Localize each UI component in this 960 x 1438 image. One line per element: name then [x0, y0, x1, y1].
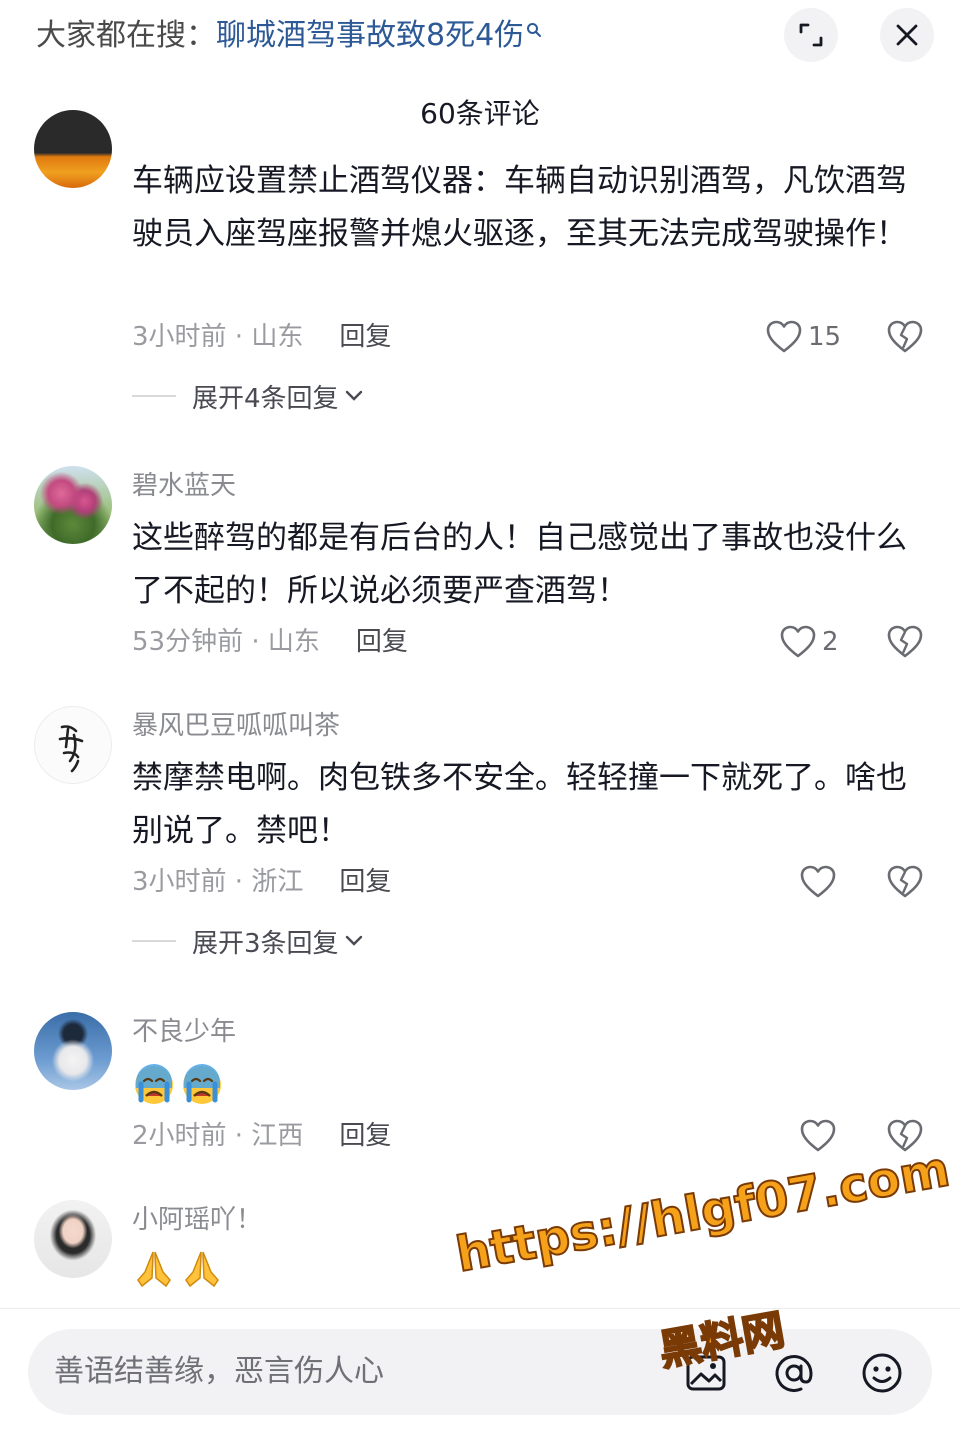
comment-input-bar: 善语结善缘，恶言伤人心: [0, 1308, 960, 1438]
crying-face-icon: [183, 1064, 221, 1104]
calligraphy-avatar-image: [58, 725, 84, 773]
avatar[interactable]: [34, 110, 112, 188]
comment-time-location: 53分钟前 · 山东: [132, 627, 320, 657]
like-count: 2: [822, 627, 839, 657]
comment-input-placeholder: 善语结善缘，恶言伤人心: [54, 1354, 384, 1389]
at-icon: [775, 1355, 813, 1392]
reply-button[interactable]: 回复: [339, 1121, 391, 1151]
search-prefix: 大家都在搜：: [36, 18, 216, 53]
comment-emojis: [132, 1248, 224, 1290]
comment-text: 车辆应设置禁止酒驾仪器：车辆自动识别酒驾，凡饮酒驾驶员入座驾座报警并熄火驱逐，至…: [132, 163, 907, 252]
heart-icon: [766, 320, 802, 353]
close-icon: [896, 24, 918, 46]
chevron-down-icon: [345, 390, 362, 401]
divider: [132, 940, 176, 942]
comment-time-location: 3小时前 · 浙江: [132, 867, 304, 897]
reply-button[interactable]: 回复: [356, 627, 408, 657]
heart-icon: [780, 625, 816, 658]
heart-icon: [800, 865, 836, 898]
comment-emojis: [132, 1064, 224, 1106]
comment-meta: 3小时前 · 浙江 回复: [132, 862, 391, 902]
folded-hands-icon: [185, 1251, 219, 1288]
avatar[interactable]: [34, 466, 112, 544]
expand-button[interactable]: [784, 8, 838, 62]
comment-author[interactable]: 不良少年: [132, 1014, 236, 1050]
dislike-button[interactable]: [886, 622, 924, 662]
comment-meta: 3小时前 · 山东 回复: [132, 317, 391, 357]
dislike-button[interactable]: [886, 317, 924, 357]
comment-item: 碧水蓝天 这些醉驾的都是有后台的人！自己感觉出了事故也没什么了不起的！所以说必须…: [0, 466, 960, 666]
comment-author[interactable]: 小阿瑶吖！: [132, 1202, 262, 1238]
avatar[interactable]: [34, 1012, 112, 1090]
comment-item: 暴风巴豆呱呱叫茶 禁摩禁电啊。肉包铁多不安全。轻轻撞一下就死了。啥也别说了。禁吧…: [0, 706, 960, 966]
expand-replies-button[interactable]: 展开3条回复: [132, 921, 363, 961]
like-count: 15: [808, 322, 842, 352]
avatar[interactable]: [34, 706, 112, 784]
comment-item: 不良少年 2小时前 · 江西 回复: [0, 1012, 960, 1172]
comment-input[interactable]: 善语结善缘，恶言伤人心: [28, 1329, 932, 1415]
expand-replies-label: 展开4条回复: [192, 383, 339, 414]
search-icon: [527, 23, 542, 37]
like-button[interactable]: 15: [766, 317, 841, 357]
heart-icon: [800, 1119, 836, 1152]
comments-screen: 大家都在搜：聊城酒驾事故致8死4伤 60条评论 车辆应设置禁止酒驾仪器：车辆自动…: [0, 0, 960, 1438]
broken-heart-icon: [887, 320, 923, 353]
comment-text: 禁摩禁电啊。肉包铁多不安全。轻轻撞一下就死了。啥也别说了。禁吧！: [132, 760, 907, 849]
reply-button[interactable]: 回复: [339, 322, 391, 352]
dislike-button[interactable]: [886, 862, 924, 902]
comment-item: 车辆应设置禁止酒驾仪器：车辆自动识别酒驾，凡饮酒驾驶员入座驾座报警并熄火驱逐，至…: [0, 110, 960, 430]
chevron-down-icon: [345, 935, 362, 946]
folded-hands-icon: [137, 1251, 171, 1288]
trending-search-hint[interactable]: 大家都在搜：聊城酒驾事故致8死4伤: [36, 14, 542, 58]
crying-face-icon: [135, 1064, 173, 1104]
comment-time-location: 2小时前 · 江西: [132, 1121, 304, 1151]
like-button[interactable]: [800, 1116, 842, 1156]
expand-replies-button[interactable]: 展开4条回复: [132, 376, 363, 416]
comment-author[interactable]: 碧水蓝天: [132, 468, 236, 504]
comment-author[interactable]: 暴风巴豆呱呱叫茶: [132, 708, 340, 744]
comment-text: 这些醉驾的都是有后台的人！自己感觉出了事故也没什么了不起的！所以说必须要严查酒驾…: [132, 520, 907, 609]
search-query-link[interactable]: 聊城酒驾事故致8死4伤: [216, 18, 524, 53]
comment-meta: 2小时前 · 江西 回复: [132, 1116, 391, 1156]
comment-meta: 53分钟前 · 山东 回复: [132, 622, 408, 662]
reply-button[interactable]: 回复: [339, 867, 391, 897]
emoji-picker-button[interactable]: [858, 1349, 906, 1397]
like-button[interactable]: 2: [780, 622, 839, 662]
comment-count-title: 60条评论: [420, 97, 540, 130]
expand-icon: [799, 23, 823, 47]
emoji-icon: [862, 1353, 902, 1393]
expand-replies-label: 展开3条回复: [192, 928, 339, 959]
close-button[interactable]: [880, 8, 934, 62]
broken-heart-icon: [887, 865, 923, 898]
avatar[interactable]: [34, 1200, 112, 1278]
broken-heart-icon: [887, 625, 923, 658]
top-search-bar: 大家都在搜：聊城酒驾事故致8死4伤: [0, 0, 960, 72]
divider: [132, 395, 176, 397]
comment-time-location: 3小时前 · 山东: [132, 322, 304, 352]
like-button[interactable]: [800, 862, 842, 902]
